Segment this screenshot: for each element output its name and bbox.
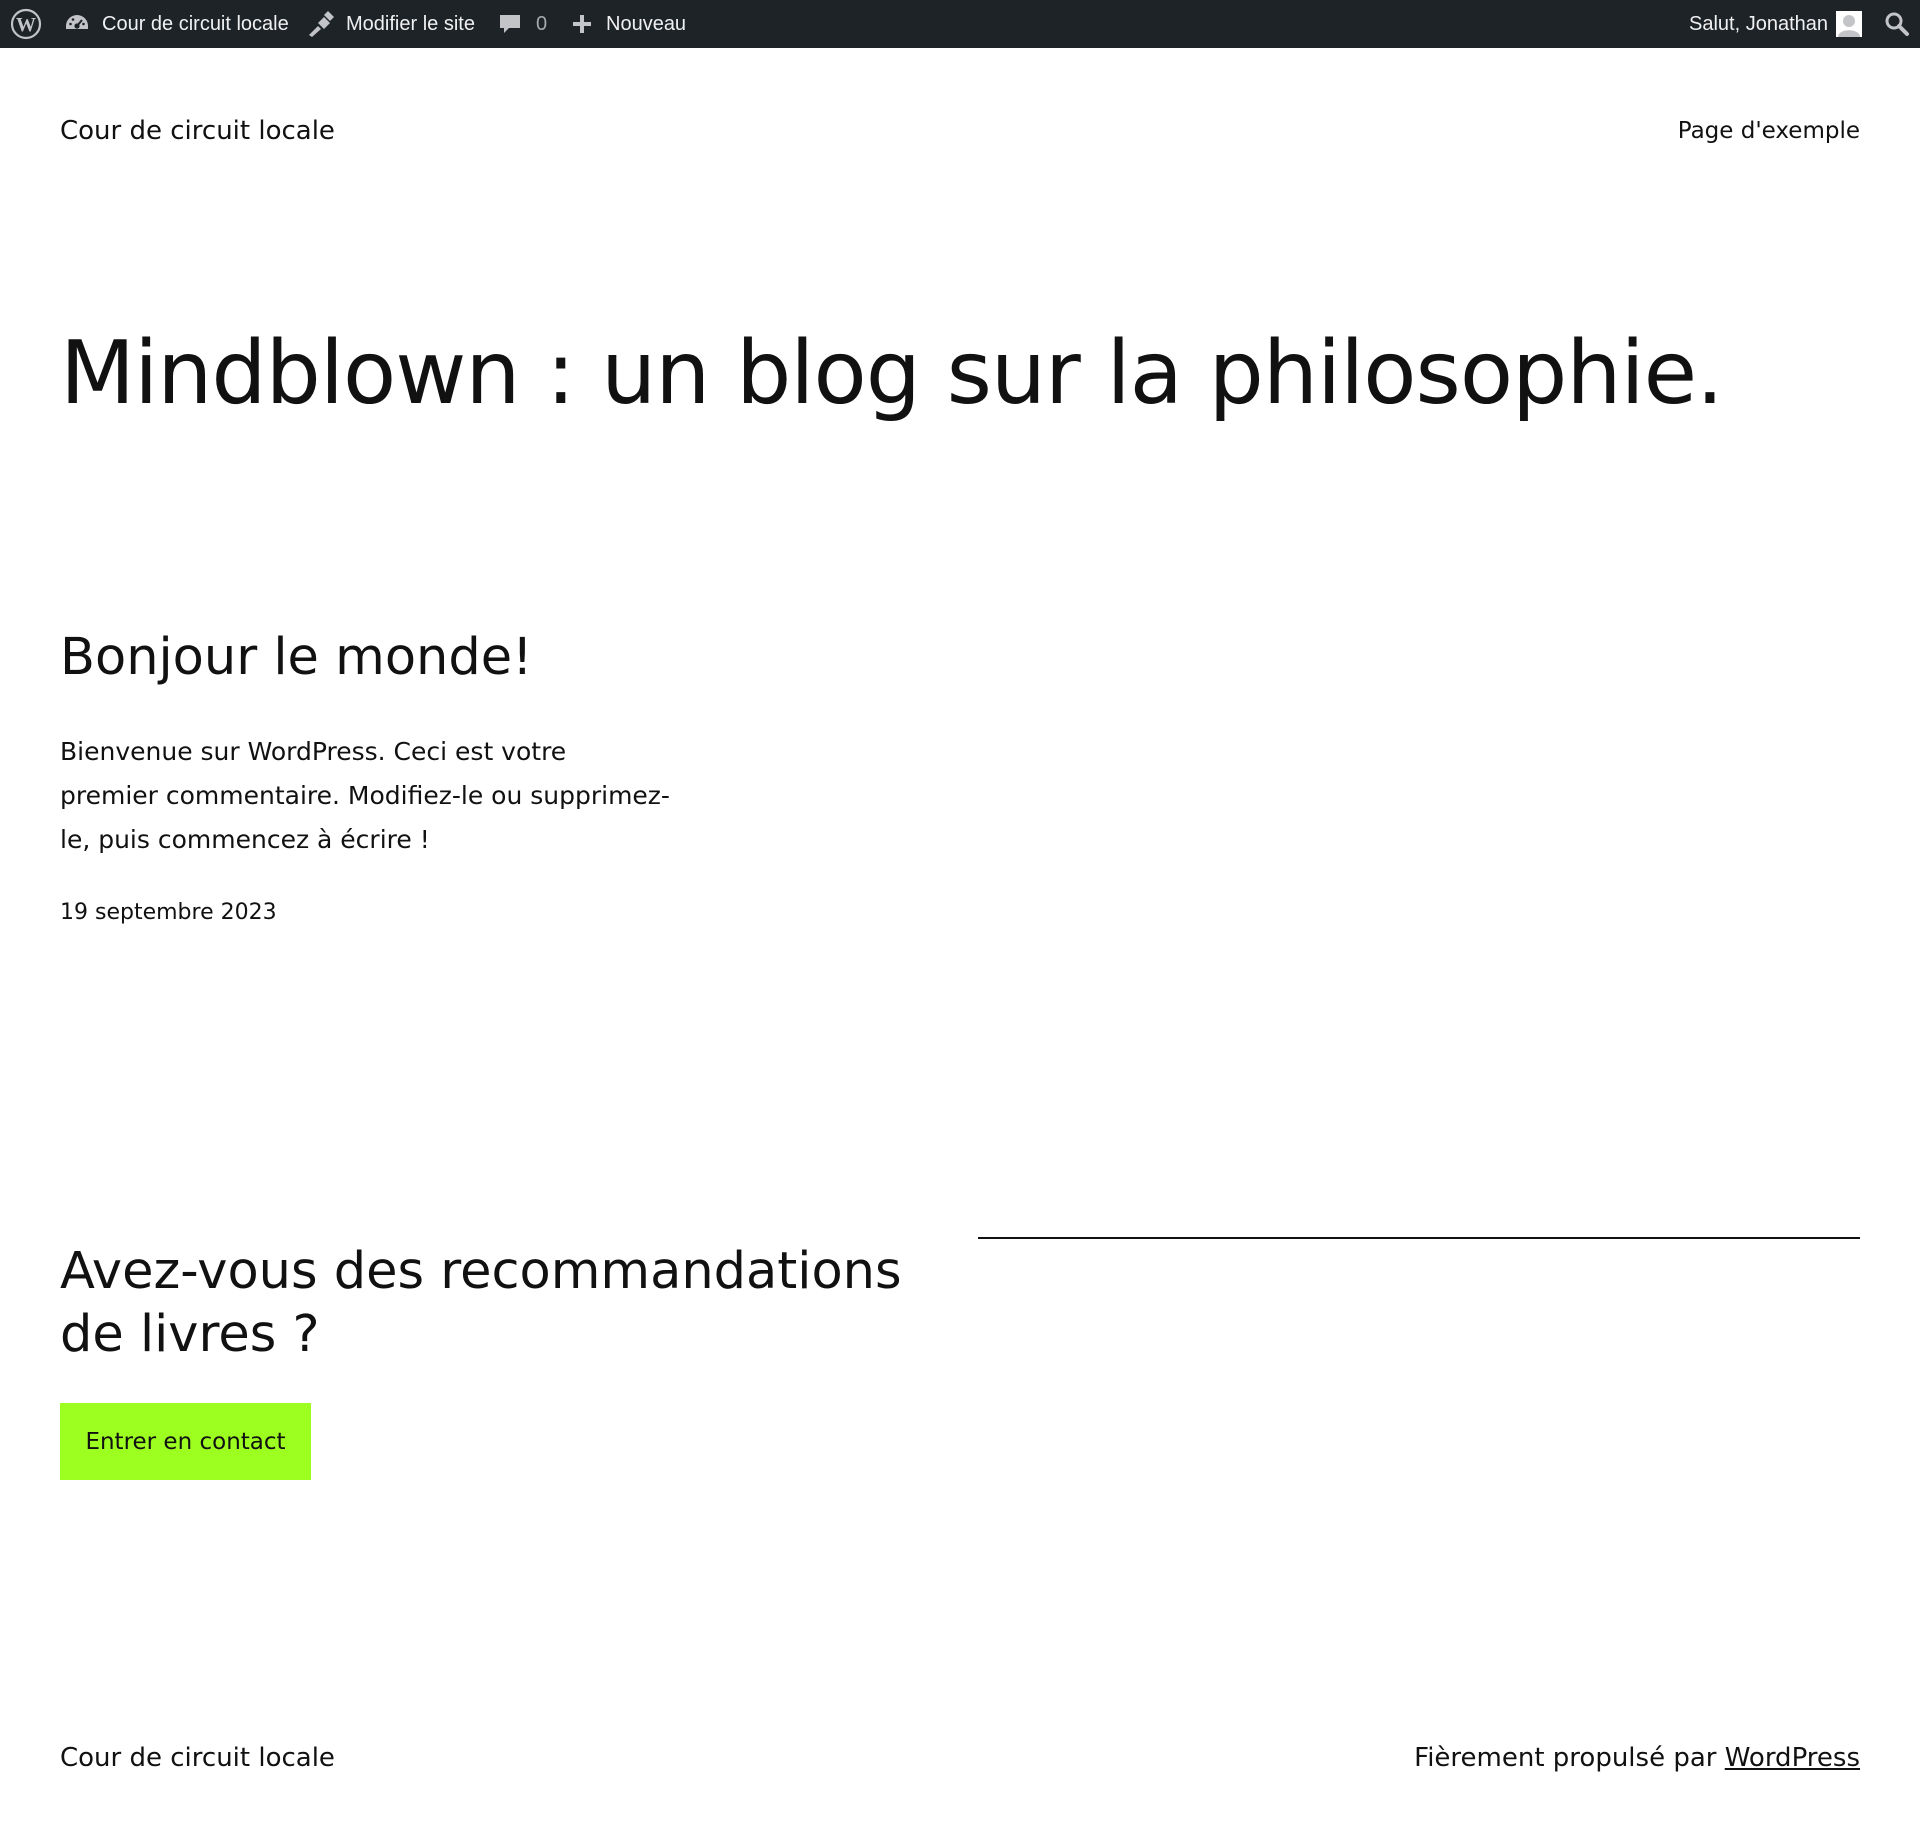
post-excerpt: Bienvenue sur WordPress. Ceci est votre … bbox=[60, 737, 670, 854]
brush-icon bbox=[306, 11, 334, 37]
admin-bar: W Cour de circuit locale Modifier le sit… bbox=[0, 0, 1920, 48]
plus-icon bbox=[572, 14, 592, 34]
speech-bubble-icon bbox=[498, 12, 522, 36]
search-icon[interactable] bbox=[1884, 0, 1910, 48]
footer-credit-text: Fièrement propulsé par bbox=[1414, 1743, 1717, 1773]
dashboard-gauge-icon bbox=[64, 13, 90, 35]
post-date[interactable]: 19 septembre 2023 bbox=[60, 900, 277, 925]
user-avatar-icon bbox=[1836, 11, 1862, 37]
separator-line bbox=[978, 1237, 1860, 1239]
wordpress-logo-icon[interactable]: W bbox=[10, 0, 42, 48]
my-account-menu[interactable]: Salut, Jonathan bbox=[1689, 0, 1862, 48]
admin-bar-site-link[interactable]: Cour de circuit locale bbox=[64, 0, 289, 48]
hero-heading: Mindblown : un blog sur la philosophie. bbox=[60, 322, 1724, 424]
comments-link[interactable]: 0 bbox=[498, 0, 547, 48]
svg-text:W: W bbox=[16, 14, 36, 36]
wordpress-link[interactable]: WordPress bbox=[1725, 1743, 1860, 1773]
site-title[interactable]: Cour de circuit locale bbox=[60, 116, 335, 146]
new-content-link[interactable]: Nouveau bbox=[572, 0, 686, 48]
nav-item-sample-page[interactable]: Page d'exemple bbox=[1678, 118, 1860, 144]
comments-count: 0 bbox=[536, 12, 548, 35]
new-content-label: Nouveau bbox=[606, 12, 687, 35]
admin-bar-site-label: Cour de circuit locale bbox=[102, 12, 289, 35]
contact-button[interactable]: Entrer en contact bbox=[60, 1403, 311, 1480]
post-title[interactable]: Bonjour le monde! bbox=[60, 628, 533, 687]
cta-heading: Avez-vous des recommandations de livres … bbox=[60, 1242, 902, 1364]
edit-site-label: Modifier le site bbox=[346, 12, 475, 35]
footer-credit: Fièrement propulsé par WordPress bbox=[1414, 1743, 1860, 1773]
greeting-text: Salut, Jonathan bbox=[1689, 12, 1828, 35]
edit-site-link[interactable]: Modifier le site bbox=[306, 0, 475, 48]
footer-site-title[interactable]: Cour de circuit locale bbox=[60, 1743, 335, 1773]
